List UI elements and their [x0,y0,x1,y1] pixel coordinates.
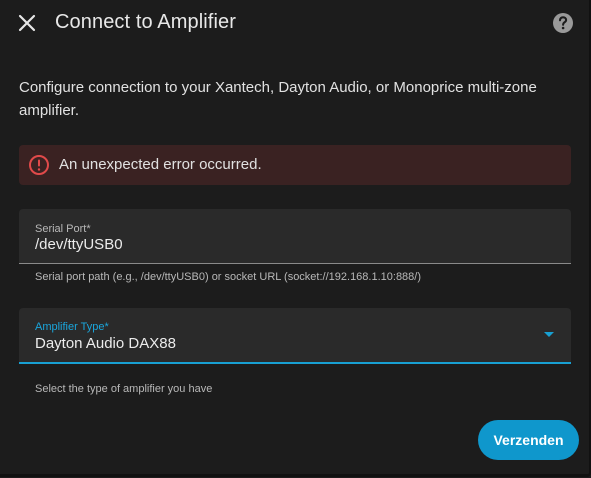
amplifier-type-label: Amplifier Type* [35,321,109,333]
close-button[interactable] [14,10,40,36]
dialog-header: Connect to Amplifier [0,0,589,46]
dialog-description: Configure connection to your Xantech, Da… [19,79,537,119]
serial-port-field[interactable]: Serial Port* /dev/ttyUSB0 [19,209,571,264]
help-circle-icon [553,13,573,33]
help-button[interactable] [551,11,575,35]
amplifier-type-helper: Select the type of amplifier you have [35,383,213,395]
serial-port-helper: Serial port path (e.g., /dev/ttyUSB0) or… [35,271,422,283]
connect-dialog: Connect to Amplifier Configure connectio… [0,0,591,477]
amplifier-type-value[interactable]: Dayton Audio DAX88 [35,335,176,352]
serial-port-input[interactable]: /dev/ttyUSB0 [35,236,123,253]
error-message: An unexpected error occurred. [59,156,262,173]
amplifier-type-select[interactable]: Amplifier Type* Dayton Audio DAX88 [19,308,571,364]
alert-circle-icon [29,155,49,175]
close-icon [18,14,36,32]
submit-button[interactable]: Verzenden [478,420,579,460]
error-alert: An unexpected error occurred. [19,145,571,185]
dropdown-arrow-icon[interactable] [544,332,554,337]
dialog-title: Connect to Amplifier [55,11,236,33]
serial-port-label: Serial Port* [35,223,91,235]
